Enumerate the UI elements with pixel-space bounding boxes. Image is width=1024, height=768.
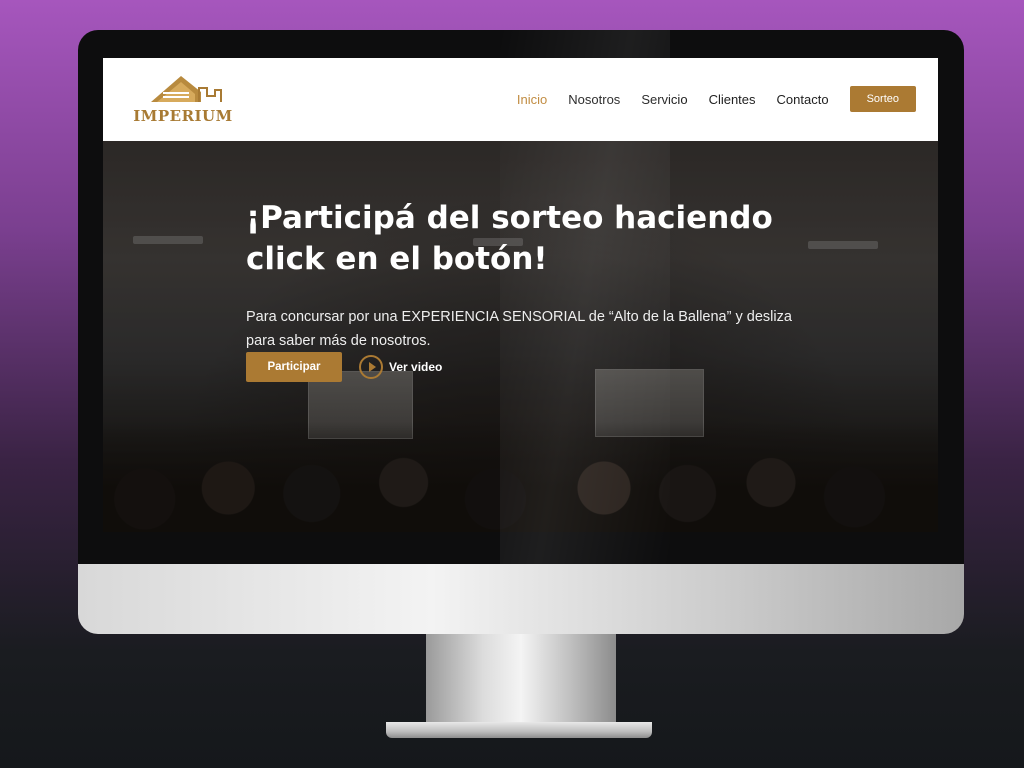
monitor-screen: IMPERIUM Inicio Nosotros Servicio Client… (103, 58, 938, 532)
logo-text: IMPERIUM (133, 107, 233, 125)
ver-video-link[interactable]: Ver video (359, 354, 442, 380)
hero-section: ¡Participá del sorteo haciendo click en … (103, 141, 938, 532)
nav-item-nosotros[interactable]: Nosotros (568, 92, 620, 107)
site-header: IMPERIUM Inicio Nosotros Servicio Client… (103, 58, 938, 141)
nav-item-servicio[interactable]: Servicio (641, 92, 687, 107)
nav-item-inicio[interactable]: Inicio (517, 92, 547, 107)
monitor-stand-base (386, 722, 652, 738)
play-circle-icon (359, 355, 383, 379)
ver-video-label: Ver video (389, 360, 443, 374)
hero-title: ¡Participá del sorteo haciendo click en … (246, 200, 773, 277)
nav-item-contacto[interactable]: Contacto (777, 92, 829, 107)
nav-item-clientes[interactable]: Clientes (709, 92, 756, 107)
monitor-chin (78, 564, 964, 634)
hero-description: Para concursar por una EXPERIENCIA SENSO… (246, 308, 792, 349)
monitor-stand-neck (426, 634, 616, 724)
main-nav: Inicio Nosotros Servicio Clientes Contac… (496, 86, 916, 112)
sorteo-button[interactable]: Sorteo (849, 86, 916, 112)
house-roof-icon (151, 76, 222, 102)
participar-button[interactable]: Participar (246, 352, 342, 382)
logo[interactable]: IMPERIUM (133, 74, 233, 126)
